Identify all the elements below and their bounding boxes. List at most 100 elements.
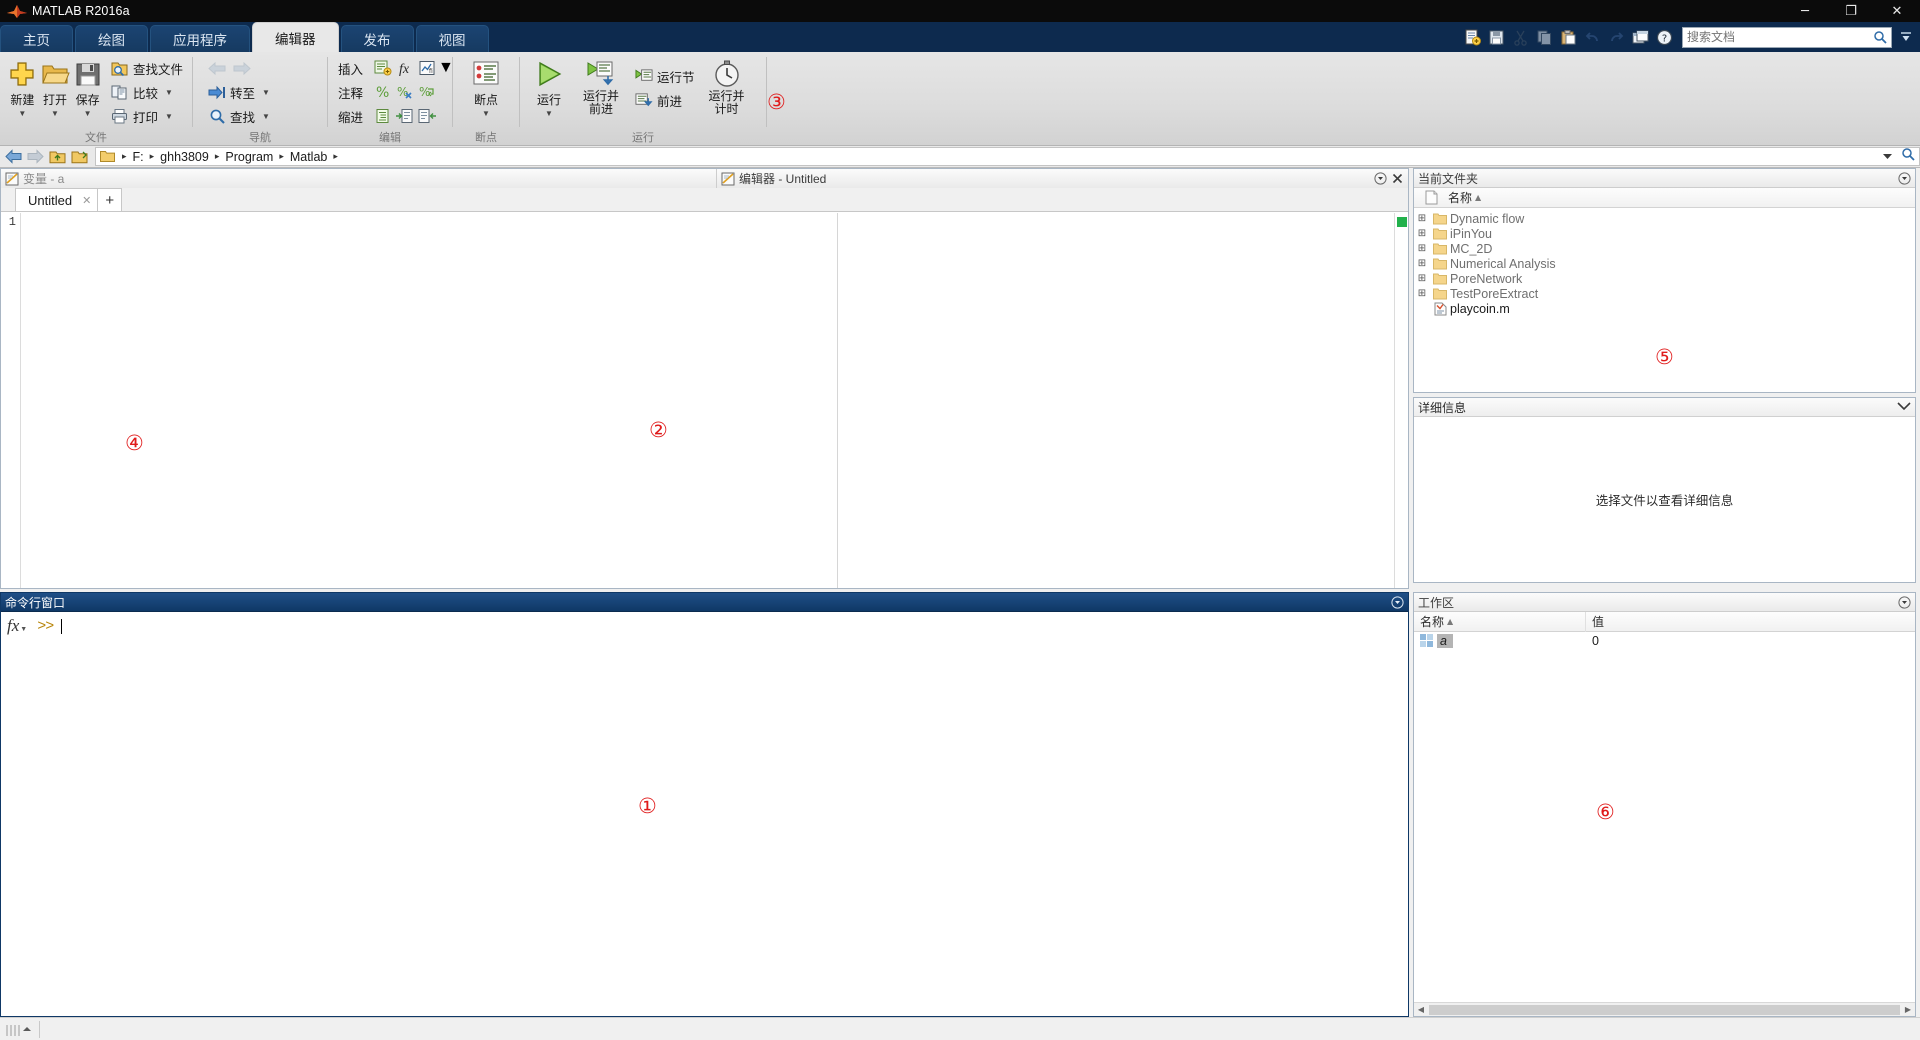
chevron-down-icon[interactable]: ▼ [165,88,173,97]
chevron-down-icon[interactable] [1882,148,1893,166]
command-window-body[interactable]: fx ▼ >> ① [1,612,1408,1016]
list-item[interactable]: ⊞ MC_2D [1414,241,1915,256]
forward-arrow-icon[interactable] [233,59,251,77]
chevron-down-icon[interactable]: ▼ [438,59,454,77]
new-script-icon[interactable] [1461,26,1483,48]
tab-apps[interactable]: 应用程序 [150,25,250,52]
close-button[interactable]: ✕ [1874,0,1920,22]
breadcrumb-item-user[interactable]: ghh3809 [158,150,211,164]
editor-pane-divider[interactable] [837,213,838,588]
run-and-time-button[interactable]: 运行并 计时 [698,56,756,116]
insert-function-icon[interactable]: fx [394,58,416,78]
browse-folder-icon[interactable] [70,148,89,166]
list-item[interactable]: ⊞ Dynamic flow [1414,211,1915,226]
chevron-down-icon[interactable]: ▼ [482,109,490,118]
workspace-variable-list[interactable]: a 0 ⑥ [1414,632,1915,1002]
redo-icon[interactable] [1605,26,1627,48]
editor-code-area[interactable]: ④ ② [29,213,1394,588]
breadcrumb-path[interactable]: ▸ F: ▸ ghh3809 ▸ Program ▸ Matlab ▸ [95,147,1920,166]
indent-right-icon[interactable] [394,106,416,126]
workspace-horizontal-scrollbar[interactable]: ◀ ▶ [1414,1002,1915,1016]
chevron-down-icon[interactable] [1897,400,1911,414]
run-button[interactable]: 运行 ▼ [526,56,572,118]
list-item[interactable]: playcoin.m [1414,301,1915,316]
chevron-down-icon[interactable]: ▼ [51,109,59,118]
advance-button[interactable]: 前进 [632,88,698,112]
editor-code-analyzer-rail[interactable] [1394,213,1408,588]
save-icon[interactable] [1485,26,1507,48]
breadcrumb-item-matlab[interactable]: Matlab [288,150,330,164]
smart-indent-icon[interactable] [372,106,394,126]
list-item[interactable]: ⊞ TestPoreExtract [1414,286,1915,301]
chevron-down-icon[interactable]: ▼ [20,626,27,633]
panel-minimize-icon[interactable] [1374,172,1387,185]
tab-editor[interactable]: 编辑器 [252,22,339,52]
breakpoints-button[interactable]: 断点 ▼ [463,56,509,118]
undo-icon[interactable] [1581,26,1603,48]
maximize-button[interactable]: ❐ [1828,0,1874,22]
run-and-advance-button[interactable]: 运行并 前进 [572,56,630,116]
paste-icon[interactable] [1557,26,1579,48]
documentation-search-box[interactable] [1682,26,1892,48]
run-section-button[interactable]: 运行节 [632,64,698,88]
current-folder-list[interactable]: ⊞ Dynamic flow ⊞ iPinYou ⊞ MC_2D ⊞ Numer… [1414,209,1915,392]
back-arrow-icon[interactable] [208,59,226,77]
expand-icon[interactable]: ⊞ [1414,288,1430,299]
expand-icon[interactable]: ⊞ [1414,258,1430,269]
find-files-button[interactable]: 查找文件 [108,56,186,80]
scrollbar-thumb[interactable] [1429,1004,1900,1015]
uncomment-icon[interactable]: % [394,82,416,102]
panel-minimize-icon[interactable] [1391,595,1404,609]
sort-ascending-icon[interactable]: ▲ [1447,617,1453,626]
panel-minimize-icon[interactable] [1898,171,1911,185]
forward-icon[interactable] [26,148,45,166]
compare-button[interactable]: 比较 ▼ [108,80,186,104]
tab-plots[interactable]: 绘图 [75,25,148,52]
indent-left-icon[interactable] [416,106,438,126]
insert-section-icon[interactable] [372,58,394,78]
scroll-left-icon[interactable]: ◀ [1414,1005,1428,1014]
breadcrumb-item-program[interactable]: Program [223,150,275,164]
save-file-button[interactable]: 保存 ▼ [71,56,104,118]
wrap-comment-icon[interactable]: % [416,82,438,102]
list-item[interactable]: ⊞ PoreNetwork [1414,271,1915,286]
back-icon[interactable] [4,148,23,166]
tab-publish[interactable]: 发布 [340,25,414,52]
name-column-header[interactable]: 名称 ▲ [1448,189,1481,206]
variable-editor-title-bar[interactable]: 变量 - a [1,169,717,188]
command-window-title-bar[interactable]: 命令行窗口 [1,593,1408,612]
comment-icon[interactable]: % [372,82,394,102]
chevron-down-icon[interactable]: ▼ [84,109,92,118]
open-file-button[interactable]: 打开 ▼ [39,56,72,118]
scroll-right-icon[interactable]: ▶ [1901,1005,1915,1014]
sort-ascending-icon[interactable]: ▲ [1475,193,1481,202]
workspace-title-bar[interactable]: 工作区 [1414,593,1915,612]
tab-home[interactable]: 主页 [0,25,73,52]
status-triangle-icon[interactable] [23,1027,31,1031]
insert-figure-icon[interactable]: fi [416,58,438,78]
expand-icon[interactable]: ⊞ [1414,228,1430,239]
editor-title-bar[interactable]: 编辑器 - Untitled [717,169,1408,188]
expand-icon[interactable]: ⊞ [1414,243,1430,254]
up-folder-icon[interactable] [48,148,67,166]
expand-icon[interactable]: ⊞ [1414,273,1430,284]
chevron-down-icon[interactable]: ▼ [262,112,270,121]
search-input[interactable] [1687,30,1873,44]
file-column-icon[interactable] [1414,190,1448,205]
collapse-ribbon-icon[interactable] [1896,26,1916,48]
switch-window-icon[interactable] [1629,26,1651,48]
details-title-bar[interactable]: 详细信息 [1414,398,1915,417]
copy-icon[interactable] [1533,26,1555,48]
goto-button[interactable]: 转至 ▼ [205,80,273,104]
breadcrumb-item-drive[interactable]: F: [131,150,146,164]
tab-view[interactable]: 视图 [415,25,489,52]
workspace-name-column-header[interactable]: 名称 ▲ [1414,611,1586,632]
new-tab-button[interactable]: + [98,188,123,211]
minimize-button[interactable]: ─ [1782,0,1828,22]
chevron-down-icon[interactable]: ▼ [262,88,270,97]
list-item[interactable]: ⊞ iPinYou [1414,226,1915,241]
find-button[interactable]: 查找 ▼ [205,104,273,128]
expand-icon[interactable]: ⊞ [1414,213,1430,224]
chevron-down-icon[interactable]: ▼ [18,109,26,118]
table-row[interactable]: a 0 [1414,632,1915,649]
